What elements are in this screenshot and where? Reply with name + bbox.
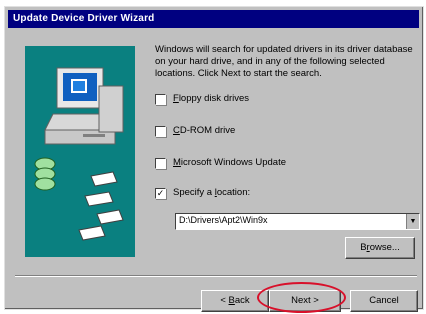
separator xyxy=(15,275,417,277)
description-text: Windows will search for updated drivers … xyxy=(155,44,413,79)
window-title: Update Device Driver Wizard xyxy=(13,13,155,24)
location-value: D:\Drivers\Apt2\Win9x xyxy=(179,215,268,225)
windows-update-label[interactable]: Microsoft Windows Update xyxy=(173,157,286,168)
specify-location-checkbox[interactable]: ✓ xyxy=(155,188,166,199)
cdrom-label[interactable]: CD-ROM drive xyxy=(173,125,235,136)
wizard-window: Update Device Driver Wizard Windows will… xyxy=(4,6,424,312)
highlight-ring xyxy=(257,282,346,313)
windows-update-checkbox[interactable] xyxy=(155,158,166,169)
dropdown-arrow-icon[interactable]: ▼ xyxy=(406,214,419,229)
floppy-checkbox[interactable] xyxy=(155,94,166,105)
title-bar[interactable]: Update Device Driver Wizard xyxy=(8,10,419,28)
cancel-button[interactable]: Cancel xyxy=(350,290,418,312)
computer-disks-icon xyxy=(34,67,124,241)
floppy-label[interactable]: Floppy disk drives xyxy=(173,93,249,104)
wizard-illustration xyxy=(25,46,135,257)
browse-button[interactable]: Browse... xyxy=(345,237,415,259)
specify-location-label[interactable]: Specify a location: xyxy=(173,187,250,198)
cdrom-checkbox[interactable] xyxy=(155,126,166,137)
location-combobox[interactable]: D:\Drivers\Apt2\Win9x ▼ xyxy=(175,213,420,230)
